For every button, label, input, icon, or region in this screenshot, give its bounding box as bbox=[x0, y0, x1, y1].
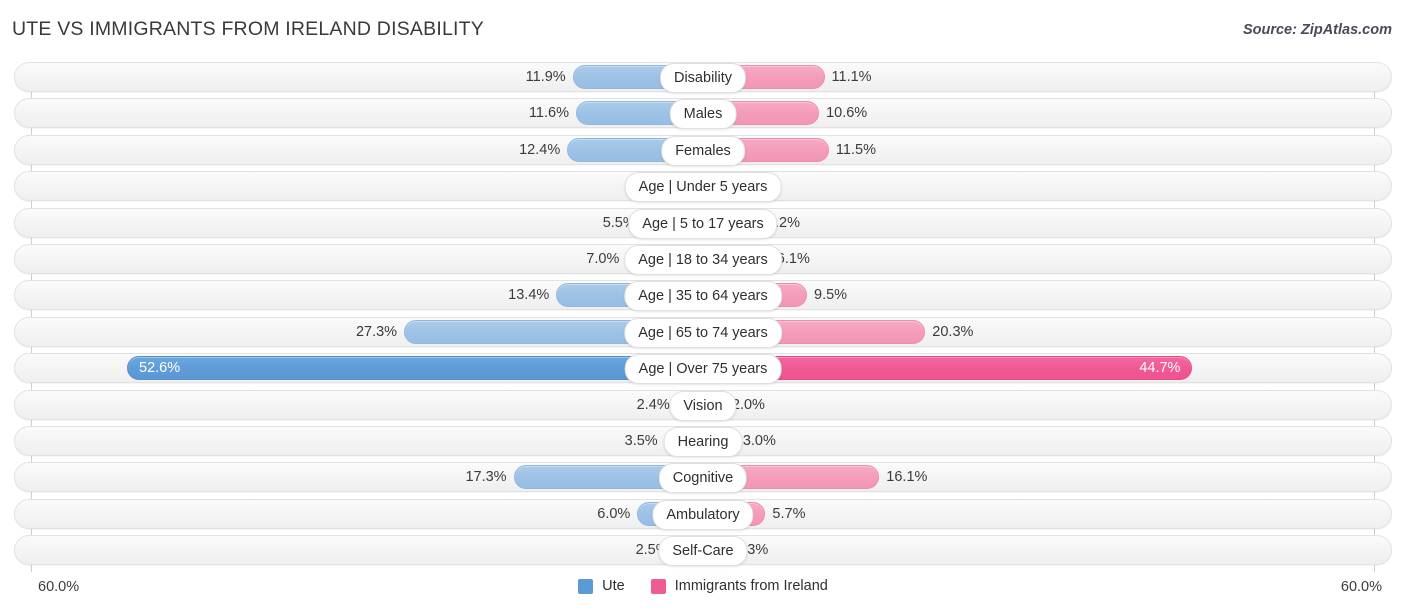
legend-label-ute: Ute bbox=[602, 578, 625, 594]
chart-row: 7.0% 6.1% Age | 18 to 34 years bbox=[0, 243, 1406, 275]
value-label-immigrants-from-ireland: 11.1% bbox=[831, 69, 872, 85]
chart-rows: 11.9% 11.1% Disability 11.6% 10.6% Males 12.4%… bbox=[0, 62, 1406, 571]
chart-row: 0.86%1.2%Age | Under 5 years bbox=[0, 171, 1406, 203]
value-label-ute: 27.3% bbox=[355, 323, 398, 340]
category-label-pill: Females bbox=[661, 135, 745, 166]
category-label-pill: Age | 18 to 34 years bbox=[624, 244, 782, 275]
category-label-pill: Age | Under 5 years bbox=[624, 172, 782, 203]
legend-swatch-icon-ute bbox=[578, 578, 594, 594]
value-label-immigrants-from-ireland: 9.5% bbox=[814, 287, 848, 304]
category-label-pill: Cognitive bbox=[658, 463, 748, 494]
value-label-ute: 52.6% bbox=[139, 360, 181, 377]
chart-row: 5.5% 5.2% Age | 5 to 17 years bbox=[0, 207, 1406, 239]
chart-row: 27.3% 20.3% Age | 65 to 74 years bbox=[0, 316, 1406, 348]
chart-row: 3.5% 3.0% Hearing bbox=[0, 425, 1406, 457]
source-attribution: Source: ZipAtlas.com bbox=[1242, 22, 1392, 38]
category-label-pill: Ambulatory bbox=[652, 499, 754, 530]
value-label-immigrants-from-ireland: 10.6% bbox=[826, 105, 868, 122]
chart-plot-area: 11.9% 11.1% Disability 11.6% 10.6% Males 12.4%… bbox=[0, 62, 1406, 572]
category-label-pill: Disability bbox=[659, 63, 747, 93]
chart-row: 2.5% 2.3% Self-Care bbox=[0, 535, 1406, 567]
value-label-immigrants-from-ireland: 3.0% bbox=[742, 432, 776, 449]
category-label-pill: Males bbox=[669, 99, 737, 130]
chart-row: 52.6% 44.7% Age | Over 75 years bbox=[0, 353, 1406, 385]
value-label-immigrants-from-ireland: 11.5% bbox=[835, 141, 876, 158]
chart-row: 11.9% 11.1% Disability bbox=[0, 62, 1406, 93]
value-label-ute: 13.4% bbox=[508, 287, 550, 304]
value-label-immigrants-from-ireland: 20.3% bbox=[932, 323, 974, 340]
value-label-ute: 3.5% bbox=[624, 432, 658, 449]
category-label-pill: Age | Over 75 years bbox=[624, 354, 782, 385]
category-label-pill: Vision bbox=[669, 390, 737, 421]
bar-ute[interactable] bbox=[127, 356, 703, 381]
legend-item-immigrants-from-ireland[interactable]: Immigrants from Ireland bbox=[650, 578, 828, 594]
chart-row: 2.4% 2.0% Vision bbox=[0, 389, 1406, 421]
chart-header: UTE VS IMMIGRANTS FROM IRELAND DISABILIT… bbox=[0, 0, 1406, 56]
chart-row: 11.6% 10.6% Males bbox=[0, 98, 1406, 130]
chart-row: 13.4% 9.5% Age | 35 to 64 years bbox=[0, 280, 1406, 312]
value-label-ute: 7.0% bbox=[586, 250, 620, 267]
value-label-immigrants-from-ireland: 5.7% bbox=[772, 505, 806, 522]
chart-row: 17.3% 16.1% Cognitive bbox=[0, 462, 1406, 494]
value-label-ute: 11.9% bbox=[525, 69, 566, 85]
value-label-ute: 11.6% bbox=[528, 105, 569, 122]
value-label-ute: 2.4% bbox=[636, 396, 670, 413]
category-label-pill: Age | 35 to 64 years bbox=[624, 281, 782, 312]
category-label-pill: Hearing bbox=[663, 426, 743, 457]
legend-item-ute[interactable]: Ute bbox=[578, 578, 625, 594]
value-label-immigrants-from-ireland: 2.0% bbox=[731, 396, 765, 413]
value-label-ute: 6.0% bbox=[597, 505, 631, 522]
value-label-ute: 17.3% bbox=[465, 469, 507, 486]
chart-row: 6.0% 5.7% Ambulatory bbox=[0, 498, 1406, 530]
category-label-pill: Age | 5 to 17 years bbox=[628, 208, 778, 239]
chart-legend: Ute Immigrants from Ireland bbox=[0, 578, 1406, 594]
legend-swatch-icon-immigrants-from-ireland bbox=[650, 578, 666, 594]
chart-footer: 60.0% 60.0% Ute Immigrants from Ireland bbox=[0, 574, 1406, 608]
chart-row: 12.4% 11.5% Females bbox=[0, 134, 1406, 166]
page-title: UTE VS IMMIGRANTS FROM IRELAND DISABILIT… bbox=[12, 18, 484, 40]
legend-label-immigrants-from-ireland: Immigrants from Ireland bbox=[674, 578, 828, 594]
value-label-immigrants-from-ireland: 44.7% bbox=[1139, 360, 1181, 377]
value-label-ute: 12.4% bbox=[519, 141, 561, 158]
category-label-pill: Self-Care bbox=[658, 536, 748, 567]
category-label-pill: Age | 65 to 74 years bbox=[624, 317, 782, 348]
value-label-immigrants-from-ireland: 16.1% bbox=[886, 469, 928, 486]
